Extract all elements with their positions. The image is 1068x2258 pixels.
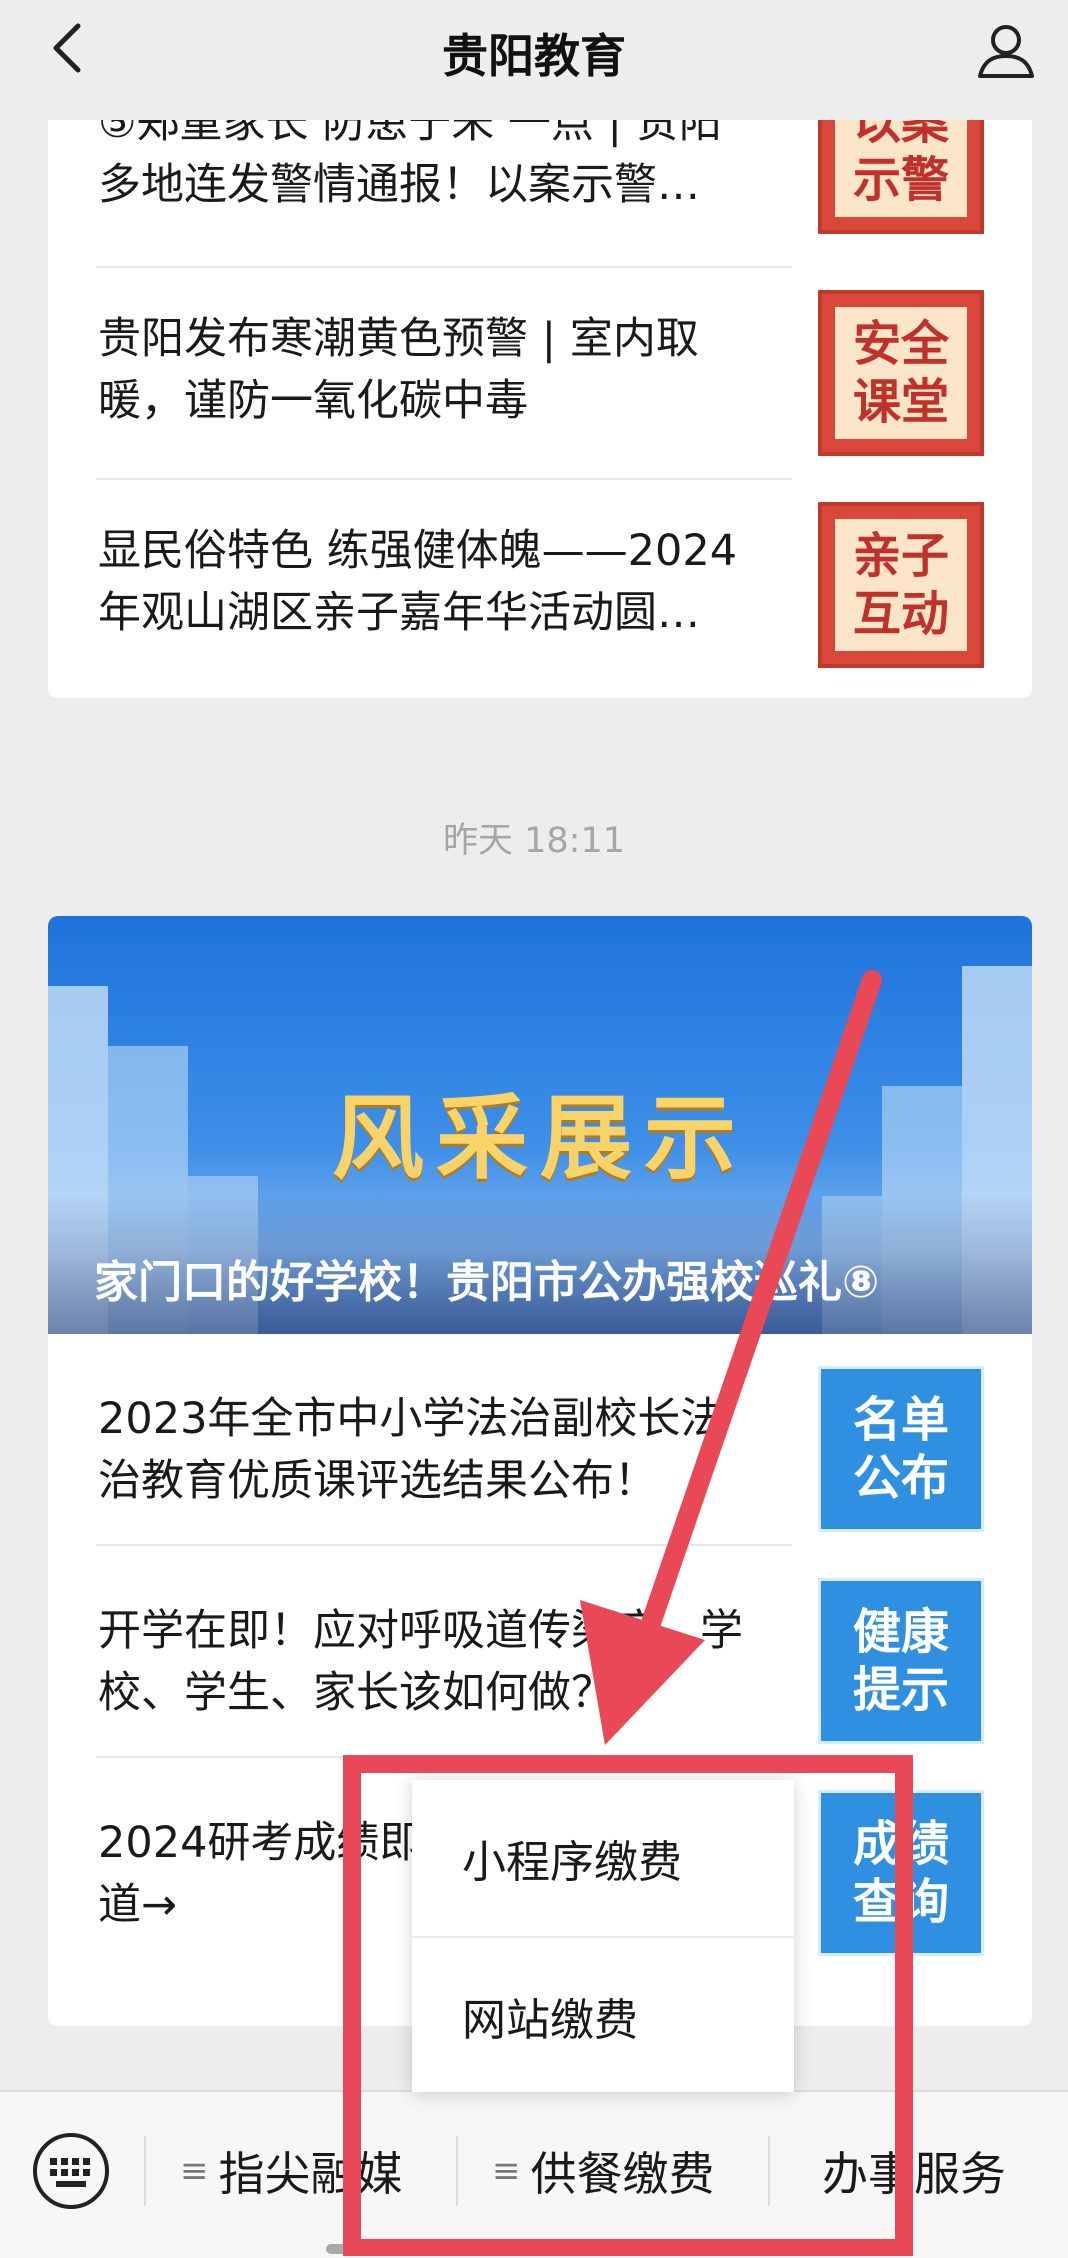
page-title: 贵阳教育 bbox=[442, 29, 626, 83]
article-thumbnail: 健康提示 bbox=[818, 1578, 984, 1744]
divider bbox=[456, 2136, 458, 2206]
article-thumbnail: 成绩查询 bbox=[818, 1790, 984, 1956]
submenu-item-website-payment[interactable]: 网站缴费 bbox=[412, 1938, 794, 2094]
menu-item-fingertip-media[interactable]: ≡ 指尖融媒 bbox=[180, 2130, 403, 2212]
article-thumbnail: 亲子互动 bbox=[818, 502, 984, 668]
keyboard-icon[interactable] bbox=[30, 2130, 112, 2212]
article-title: 2023年全市中小学法治副校长法治教育优质课评选结果公布！ bbox=[98, 1394, 724, 1506]
menu-label: 指尖融媒 bbox=[218, 2147, 403, 2201]
divider bbox=[144, 2136, 146, 2206]
article-card-1: ⑤郑重家长 防患于未 一点 | 贵阳多地连发警情通报！以案示警… 以案示警 贵阳… bbox=[48, 60, 1032, 698]
article-title: 显民俗特色 练强健体魄——2024年观山湖区亲子嘉年华活动圆… bbox=[98, 526, 738, 638]
article-thumbnail: 名单公布 bbox=[818, 1366, 984, 1532]
article-item[interactable]: 贵阳发布寒潮黄色预警 | 室内取暖，谨防一氧化碳中毒 安全课堂 bbox=[48, 268, 1032, 480]
payment-submenu: 小程序缴费 网站缴费 bbox=[412, 1780, 794, 2092]
menu-label: 办事服务 bbox=[822, 2147, 1006, 2201]
article-item[interactable]: 开学在即！应对呼吸道传染病，学校、学生、家长该如何做？ 健康提示 bbox=[48, 1546, 1032, 1758]
menu-lines-icon: ≡ bbox=[492, 2151, 521, 2191]
menu-label: 供餐缴费 bbox=[530, 2147, 715, 2201]
banner-heading: 风采展示 bbox=[331, 1085, 748, 1192]
home-indicator bbox=[326, 2244, 746, 2254]
article-item[interactable]: 显民俗特色 练强健体魄——2024年观山湖区亲子嘉年华活动圆… 亲子互动 bbox=[48, 480, 1032, 692]
article-title: 开学在即！应对呼吸道传染病，学校、学生、家长该如何做？ bbox=[98, 1606, 743, 1718]
banner-caption: 家门口的好学校！贵阳市公办强校巡礼⑧ bbox=[94, 1257, 880, 1308]
divider bbox=[768, 2136, 770, 2206]
article-title: 贵阳发布寒潮黄色预警 | 室内取暖，谨防一氧化碳中毒 bbox=[98, 314, 699, 426]
user-profile-icon[interactable] bbox=[974, 18, 1038, 82]
article-thumbnail: 安全课堂 bbox=[818, 290, 984, 456]
menu-lines-icon: ≡ bbox=[180, 2151, 209, 2191]
top-bar: 贵阳教育 bbox=[0, 0, 1068, 120]
featured-banner[interactable]: 风采展示 家门口的好学校！贵阳市公办强校巡礼⑧ bbox=[48, 916, 1032, 1334]
bottom-menu-bar: ≡ 指尖融媒 ≡ 供餐缴费 办事服务 bbox=[0, 2090, 1068, 2258]
menu-item-meal-payment[interactable]: ≡ 供餐缴费 bbox=[492, 2130, 715, 2212]
message-timestamp: 昨天 18:11 bbox=[443, 821, 625, 861]
submenu-item-mini-program-payment[interactable]: 小程序缴费 bbox=[412, 1780, 794, 1936]
article-item[interactable]: 2023年全市中小学法治副校长法治教育优质课评选结果公布！ 名单公布 bbox=[48, 1334, 1032, 1546]
menu-item-services[interactable]: 办事服务 bbox=[822, 2130, 1006, 2212]
